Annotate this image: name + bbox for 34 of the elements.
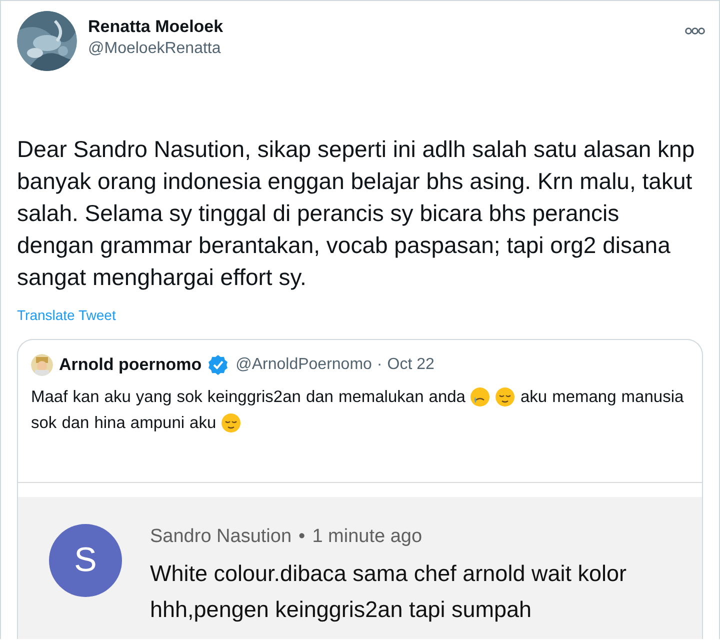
quoted-word: aku	[104, 387, 131, 408]
quoted-word: memalukan	[338, 387, 424, 408]
author-handle[interactable]: @MoeloekRenatta	[88, 40, 674, 58]
separator: ·	[376, 356, 382, 374]
quoted-word: manusia	[621, 387, 684, 408]
quoted-author-name[interactable]: Arnold poernomo	[59, 355, 202, 375]
comment-text: White colour.dibaca sama chef arnold wait kolor hhh,pengen keinggris2an tapi sumpah	[150, 560, 628, 624]
quoted-word: sok	[176, 387, 202, 408]
quoted-author-handle[interactable]: @ArnoldPoernomo	[236, 356, 372, 374]
more-icon[interactable]	[685, 27, 705, 35]
quoted-word: keinggris2an	[207, 387, 301, 408]
quoted-word: aku	[190, 413, 216, 434]
quoted-word: aku	[520, 387, 548, 408]
crying-face-icon	[470, 387, 490, 407]
comment-time: 1 minute ago	[312, 526, 422, 548]
quoted-word: kan	[72, 387, 100, 408]
relieved-face-icon	[221, 413, 242, 433]
relieved-face-icon	[495, 387, 516, 407]
avatar-letter: S	[49, 524, 122, 597]
quoted-word: memang	[552, 387, 616, 408]
quoted-word: yang	[136, 387, 172, 408]
quoted-word: dan	[62, 413, 90, 434]
quoted-tweet-card[interactable]	[17, 339, 703, 639]
separator: •	[298, 526, 306, 548]
tweet-date[interactable]: Oct 22	[387, 356, 434, 374]
tweet-text: Dear Sandro Nasution, sikap seperti ini adlh salah satu alasan knp banyak orang indonesia enggan belajar bhs asing. Krn malu, takut salah. Selama sy tinggal di perancis sy bicara bhs perancis dengan grammar berantakan, vocab paspasan; tapi org2 disana sangat menghargai effort sy.	[17, 135, 696, 292]
quoted-word: Maaf	[31, 387, 68, 408]
author-name[interactable]: Renatta Moeloek	[88, 17, 674, 37]
comment-author: Sandro Nasution	[150, 526, 292, 548]
quoted-word: anda	[428, 387, 466, 408]
quoted-word: sok	[31, 413, 57, 434]
quoted-word: dan	[306, 387, 334, 408]
quoted-word: hina	[94, 413, 126, 434]
quoted-word: ampuni	[130, 413, 185, 434]
